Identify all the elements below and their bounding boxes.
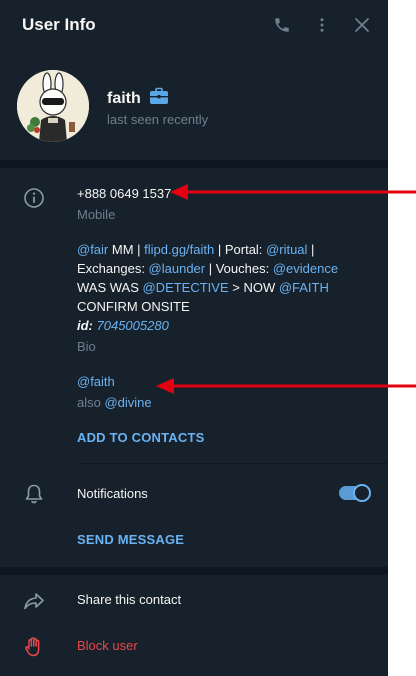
- bio-text: |: [307, 242, 315, 257]
- row-divider: [77, 463, 388, 464]
- id-label: id:: [77, 318, 93, 333]
- url-link[interactable]: flipd.gg/faith: [144, 242, 214, 257]
- mention-link[interactable]: @evidence: [273, 261, 338, 276]
- share-contact-button[interactable]: Share this contact: [77, 592, 181, 607]
- profile-section: faith last seen recently: [0, 55, 388, 160]
- avatar[interactable]: [17, 70, 89, 142]
- info-icon: [22, 186, 46, 210]
- notifications-toggle[interactable]: [339, 484, 371, 502]
- username-link[interactable]: @faith: [77, 372, 115, 391]
- bio-line-1: @fair MM | flipd.gg/faith | Portal: @rit…: [77, 240, 314, 259]
- user-info-panel: User Info faith last seen recently +888 …: [0, 0, 388, 676]
- mention-link[interactable]: @launder: [149, 261, 206, 276]
- panel-header: User Info: [0, 0, 388, 50]
- id-value[interactable]: 7045005280: [97, 318, 169, 333]
- panel-title: User Info: [22, 15, 96, 34]
- mention-link[interactable]: @FAITH: [279, 280, 329, 295]
- also-prefix: also: [77, 395, 105, 410]
- profile-name-row: faith: [107, 87, 169, 110]
- briefcase-icon: [149, 87, 169, 110]
- send-message-button[interactable]: SEND MESSAGE: [77, 532, 184, 547]
- notifications-label: Notifications: [77, 486, 148, 501]
- bio-text: | Vouches:: [205, 261, 273, 276]
- toggle-knob: [353, 484, 371, 502]
- bio-line-5: id: 7045005280: [77, 316, 169, 335]
- section-separator: [0, 160, 388, 168]
- phone-icon[interactable]: [270, 13, 294, 37]
- block-user-button[interactable]: Block user: [77, 638, 138, 653]
- last-seen-status: last seen recently: [107, 112, 209, 127]
- alt-username-link[interactable]: @divine: [104, 395, 151, 410]
- phone-label: Mobile: [77, 207, 116, 222]
- hand-stop-icon: [22, 635, 46, 659]
- bio-label: Bio: [77, 339, 96, 354]
- bio-line-3: WAS WAS @DETECTIVE > NOW @FAITH: [77, 278, 329, 297]
- bio-text: Exchanges:: [77, 261, 149, 276]
- also-username: also @divine: [77, 393, 152, 412]
- annotation-arrow: [156, 378, 416, 394]
- bio-text: > NOW: [228, 280, 279, 295]
- bio-text: | Portal:: [214, 242, 267, 257]
- bio-line-4: CONFIRM ONSITE: [77, 299, 190, 314]
- profile-name: faith: [107, 89, 141, 107]
- annotation-arrow: [170, 184, 416, 200]
- bell-icon: [22, 482, 46, 506]
- add-to-contacts-button[interactable]: ADD TO CONTACTS: [77, 430, 204, 445]
- more-vertical-icon[interactable]: [310, 13, 334, 37]
- section-separator: [0, 567, 388, 575]
- bio-text: WAS WAS: [77, 280, 143, 295]
- mention-link[interactable]: @fair: [77, 242, 108, 257]
- mention-link[interactable]: @DETECTIVE: [142, 280, 228, 295]
- bio-line-2: Exchanges: @launder | Vouches: @evidence: [77, 259, 338, 278]
- bio-text: MM |: [108, 242, 145, 257]
- phone-number[interactable]: +888 0649 1537: [77, 184, 171, 203]
- mention-link[interactable]: @ritual: [266, 242, 307, 257]
- close-icon[interactable]: [350, 13, 374, 37]
- share-icon: [22, 589, 46, 613]
